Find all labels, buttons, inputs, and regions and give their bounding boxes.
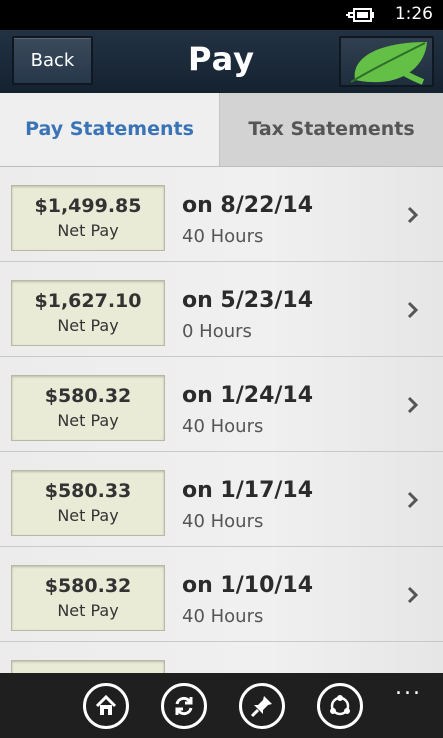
pay-date: on 1/10/14	[182, 573, 314, 598]
refresh-icon	[175, 696, 193, 716]
statement-row[interactable]: $580.32 Net Pay on 1/10/14 40 Hours	[0, 547, 443, 642]
header: Back Pay	[0, 30, 443, 93]
net-pay-label: Net Pay	[57, 506, 119, 525]
hours-worked: 0 Hours	[182, 321, 252, 342]
net-pay-box: $1,627.10 Net Pay	[11, 280, 165, 346]
hours-worked: 40 Hours	[182, 226, 264, 247]
net-pay-box: $1,499.85 Net Pay	[11, 185, 165, 251]
statement-tabs: Pay Statements Tax Statements	[0, 93, 443, 167]
net-pay-box: $580.32 Net Pay	[11, 375, 165, 441]
chevron-right-icon	[407, 586, 419, 604]
home-button[interactable]	[83, 683, 129, 729]
net-pay-label: Net Pay	[57, 411, 119, 430]
net-pay-amount: $1,627.10	[34, 290, 142, 312]
pay-date: on 1/24/14	[182, 383, 314, 408]
tab-tax-statements[interactable]: Tax Statements	[220, 93, 443, 166]
more-menu-button[interactable]: ...	[395, 675, 422, 700]
hours-worked: 40 Hours	[182, 416, 264, 437]
net-pay-label: Net Pay	[57, 221, 119, 240]
hours-worked: 40 Hours	[182, 606, 264, 627]
pin-button[interactable]	[239, 683, 285, 729]
net-pay-box	[11, 660, 165, 673]
statement-row[interactable]: $580.32 Net Pay on 1/24/14 40 Hours	[0, 357, 443, 452]
app-bar: ...	[0, 673, 443, 738]
leaf-icon	[350, 42, 427, 85]
chevron-right-icon	[407, 301, 419, 319]
tab-pay-statements[interactable]: Pay Statements	[0, 93, 220, 166]
share-icon	[330, 695, 350, 716]
pin-icon	[250, 696, 272, 718]
share-button[interactable]	[317, 683, 363, 729]
statement-row[interactable]	[0, 642, 443, 673]
net-pay-label: Net Pay	[57, 601, 119, 620]
chevron-right-icon	[407, 491, 419, 509]
statement-row[interactable]: $1,499.85 Net Pay on 8/22/14 40 Hours	[0, 167, 443, 262]
chevron-right-icon	[407, 396, 419, 414]
statement-row[interactable]: $580.33 Net Pay on 1/17/14 40 Hours	[0, 452, 443, 547]
hours-worked: 40 Hours	[182, 511, 264, 532]
chevron-right-icon	[407, 206, 419, 224]
statement-row[interactable]: $1,627.10 Net Pay on 5/23/14 0 Hours	[0, 262, 443, 357]
logo-button[interactable]	[339, 36, 434, 87]
net-pay-box: $580.33 Net Pay	[11, 470, 165, 536]
status-bar: 1:26	[0, 0, 443, 30]
net-pay-amount: $580.32	[44, 575, 132, 597]
pay-date: on 1/17/14	[182, 478, 314, 503]
home-icon	[95, 694, 117, 715]
clock: 1:26	[394, 4, 433, 24]
refresh-button[interactable]	[161, 683, 207, 729]
net-pay-amount: $580.32	[44, 385, 132, 407]
net-pay-box: $580.32 Net Pay	[11, 565, 165, 631]
net-pay-label: Net Pay	[57, 316, 119, 335]
pay-date: on 5/23/14	[182, 288, 314, 313]
net-pay-amount: $1,499.85	[34, 195, 142, 217]
statement-list: $1,499.85 Net Pay on 8/22/14 40 Hours $1…	[0, 167, 443, 673]
battery-charging-icon	[346, 8, 374, 22]
net-pay-amount: $580.33	[44, 480, 132, 502]
pay-date: on 8/22/14	[182, 193, 314, 218]
